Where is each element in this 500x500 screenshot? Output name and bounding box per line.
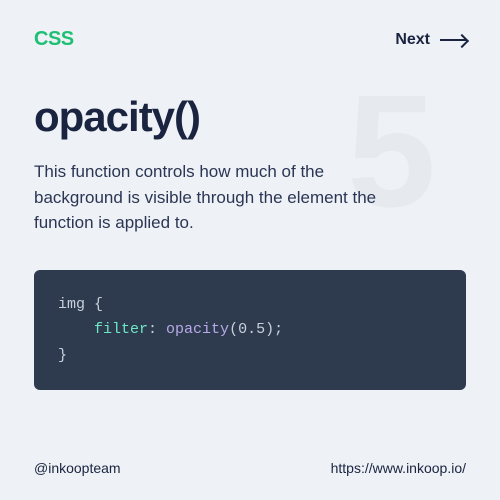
next-button[interactable]: Next [395, 31, 466, 49]
code-property: filter [94, 321, 148, 338]
content-area: 5 opacity() This function controls how m… [34, 93, 466, 390]
code-line-2: filter: opacity(0.5); [58, 317, 442, 343]
card-container: CSS Next 5 opacity() This function contr… [0, 0, 500, 500]
code-selector: img [58, 296, 85, 313]
description-text: This function controls how much of the b… [34, 159, 414, 236]
code-close-brace: } [58, 347, 67, 364]
next-label: Next [395, 31, 430, 49]
code-rparen: ) [265, 321, 274, 338]
social-handle: @inkoopteam [34, 460, 121, 476]
page-title: opacity() [34, 93, 466, 141]
code-func: opacity [166, 321, 229, 338]
code-line-3: } [58, 343, 442, 369]
footer: @inkoopteam https://www.inkoop.io/ [34, 460, 466, 476]
code-semi: ; [274, 321, 283, 338]
code-lparen: ( [229, 321, 238, 338]
header: CSS Next [34, 28, 466, 51]
code-colon: : [148, 321, 166, 338]
code-value: 0.5 [238, 321, 265, 338]
code-open-brace: { [85, 296, 103, 313]
code-line-1: img { [58, 292, 442, 318]
arrow-right-icon [440, 39, 466, 41]
brand-label: CSS [34, 28, 74, 51]
website-url: https://www.inkoop.io/ [331, 460, 466, 476]
code-indent [58, 321, 94, 338]
code-block: img { filter: opacity(0.5); } [34, 270, 466, 391]
